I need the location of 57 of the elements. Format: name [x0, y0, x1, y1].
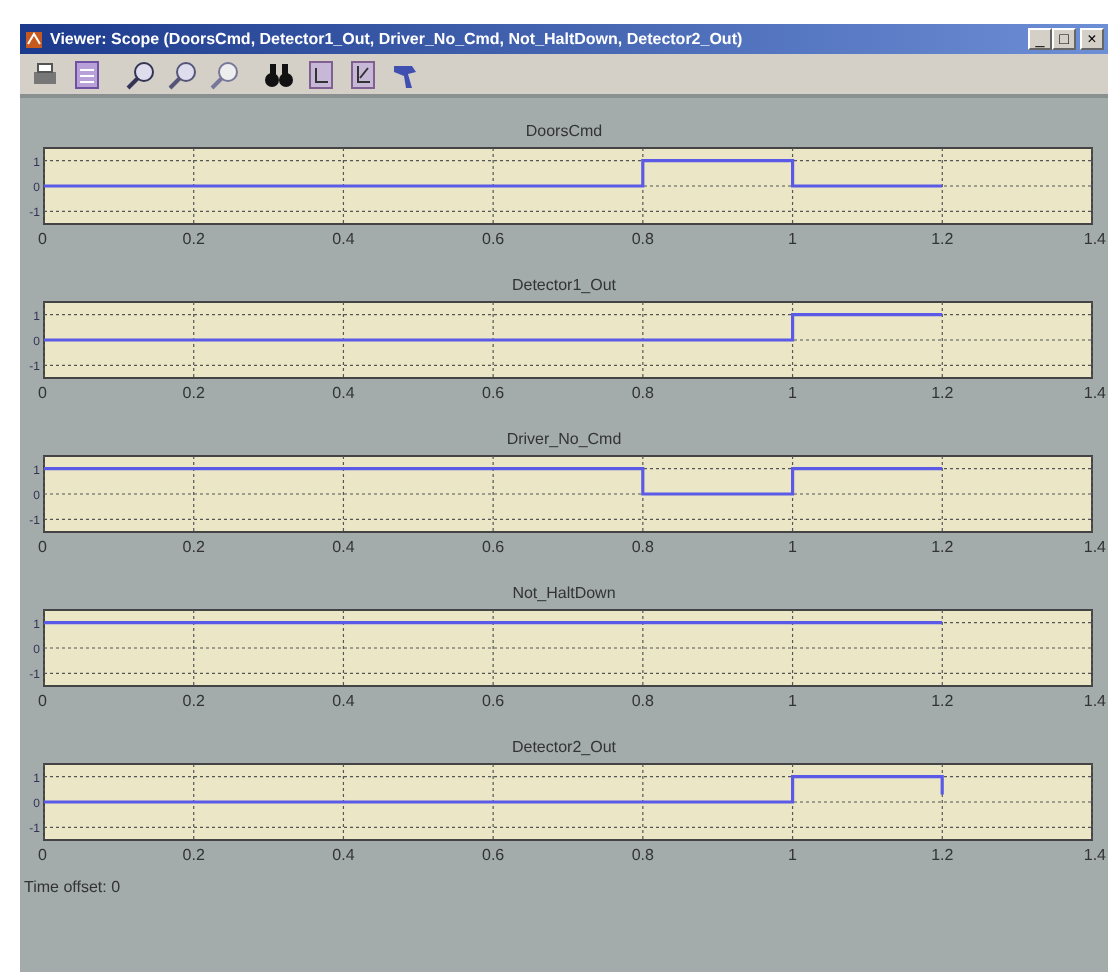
tick-label: 1.4 — [1083, 538, 1106, 556]
tick-label: 0.4 — [332, 692, 355, 710]
tick-label: 1.4 — [1083, 384, 1106, 402]
tick-label: 0.8 — [631, 230, 654, 248]
axes-button[interactable] — [304, 57, 338, 91]
tick-label: 1 — [788, 846, 797, 864]
tick-label: 1 — [788, 384, 797, 402]
tick-label: 1.2 — [931, 384, 954, 402]
plot-title: DoorsCmd — [525, 122, 603, 140]
window-title: Viewer: Scope (DoorsCmd, Detector1_Out, Driver_No_Cmd, Not_HaltDown, Detector2_Out) — [50, 27, 745, 51]
tick-label: 0.2 — [182, 846, 205, 864]
tick-label: 0.2 — [182, 538, 205, 556]
tick-label: 0.8 — [631, 846, 654, 864]
tick-label: 0.2 — [182, 384, 205, 402]
tick-label: 0 — [38, 384, 47, 402]
tick-label: 0.6 — [482, 230, 505, 248]
tick-label: 0.6 — [482, 384, 505, 402]
status-text: Time offset: 0 — [22, 876, 123, 900]
plot-title: Detector1_Out — [511, 276, 617, 294]
tick-label: 1 — [788, 230, 797, 248]
zoom-button[interactable] — [124, 57, 158, 91]
tick-label: 0 — [38, 846, 47, 864]
tick-label: 0.4 — [332, 230, 355, 248]
plot-title: Driver_No_Cmd — [506, 430, 622, 448]
tick-label: 1 — [788, 538, 797, 556]
tick-label: 1.2 — [931, 846, 954, 864]
tick-label: 0.6 — [482, 538, 505, 556]
parameters-button[interactable] — [70, 57, 104, 91]
tick-label: 0.8 — [631, 384, 654, 402]
tick-label: 0 — [38, 692, 47, 710]
tick-label: 1.2 — [931, 538, 954, 556]
tick-label: 0.8 — [631, 692, 654, 710]
close-button[interactable]: × — [1080, 28, 1104, 50]
zoom-x-button[interactable] — [166, 57, 200, 91]
app-icon — [24, 29, 44, 49]
zoom-y-button[interactable] — [208, 57, 242, 91]
tick-label: 0.2 — [182, 692, 205, 710]
tick-label: 1.4 — [1083, 230, 1106, 248]
maximize-button[interactable]: □ — [1052, 28, 1076, 50]
tick-label: 0.4 — [332, 846, 355, 864]
tick-label: 1.2 — [931, 230, 954, 248]
plot-title: Not_HaltDown — [512, 584, 616, 602]
tick-label: 0.8 — [631, 538, 654, 556]
tick-label: 1.2 — [931, 692, 954, 710]
tick-label: 1.4 — [1083, 692, 1106, 710]
tick-label: 1.4 — [1083, 846, 1106, 864]
tick-label: 0.6 — [482, 846, 505, 864]
tick-label: 0.6 — [482, 692, 505, 710]
minimize-button[interactable]: _ — [1028, 28, 1052, 50]
tick-label: 0.4 — [332, 538, 355, 556]
tick-label: 0.2 — [182, 230, 205, 248]
tick-label: 1 — [788, 692, 797, 710]
plot-title: Detector2_Out — [511, 738, 617, 756]
tick-label: 0 — [38, 538, 47, 556]
axes-button[interactable] — [346, 57, 380, 91]
tick-label: 0.4 — [332, 384, 355, 402]
tick-label: 0 — [38, 230, 47, 248]
